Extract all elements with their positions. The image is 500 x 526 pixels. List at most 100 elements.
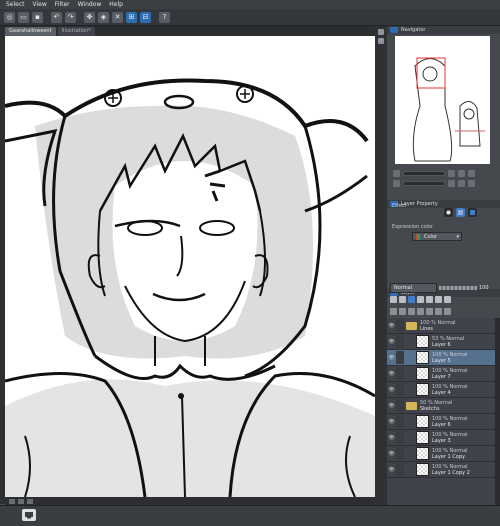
menu-help[interactable]: Help — [109, 1, 123, 8]
new-raster-icon[interactable] — [390, 307, 397, 315]
visibility-eye-icon[interactable]: 👁 — [387, 371, 396, 377]
delete-icon[interactable] — [444, 307, 451, 315]
layer-name: Layer 6 — [432, 421, 451, 428]
new-file-icon[interactable]: ◎ — [4, 11, 15, 23]
color-effect-icon[interactable] — [456, 208, 465, 217]
new-vector-icon[interactable] — [399, 307, 406, 315]
layer-lock-cell[interactable] — [396, 463, 404, 476]
layer-folder-row[interactable]: 👁 100 % Normal Lines — [387, 318, 500, 334]
zoom-out-icon[interactable] — [448, 169, 455, 177]
rotate-slider[interactable] — [403, 180, 445, 186]
zoom-in-icon[interactable] — [18, 498, 24, 504]
menu-window[interactable]: Window — [78, 1, 102, 8]
menu-view[interactable]: View — [33, 1, 47, 8]
menu-select[interactable]: Select — [6, 1, 25, 8]
navigator-icon — [390, 27, 398, 33]
visibility-eye-icon[interactable]: 👁 — [387, 339, 396, 345]
save-icon[interactable]: ▪ — [32, 11, 43, 23]
fit-icon[interactable] — [468, 169, 475, 177]
copy-icon[interactable] — [426, 307, 433, 315]
visibility-eye-icon[interactable]: 👁 — [387, 451, 396, 457]
visibility-eye-icon[interactable]: 👁 — [387, 387, 396, 393]
opacity-slider[interactable] — [439, 285, 477, 290]
visibility-eye-icon[interactable]: 👁 — [387, 403, 396, 409]
mask-icon[interactable] — [435, 295, 442, 303]
new-layer-icon[interactable] — [390, 295, 397, 303]
expression-color-label: Expression color — [392, 224, 434, 230]
navigator-preview[interactable] — [395, 36, 490, 164]
layer-thumbnail — [416, 431, 429, 444]
rotate-left-icon[interactable] — [393, 179, 400, 187]
layer-row[interactable]: 👁 100 % Normal Layer 3 — [387, 430, 500, 446]
layer-lock-cell[interactable] — [396, 335, 404, 348]
layer-thumbnail — [416, 351, 429, 364]
opacity-value[interactable]: 100 — [479, 285, 489, 291]
layer-lock-cell[interactable] — [396, 399, 404, 412]
visibility-eye-icon[interactable]: 👁 — [387, 419, 396, 425]
blend-mode-select[interactable]: Normal — [390, 282, 437, 293]
zoom-icon[interactable] — [393, 169, 400, 177]
artwork — [5, 78, 375, 497]
draft-icon[interactable] — [426, 295, 433, 303]
mask-add-icon[interactable] — [435, 307, 442, 315]
blend-row: Normal 100 — [390, 282, 498, 293]
layer-folder-row[interactable]: 👁 50 % Normal Sketchs — [387, 398, 500, 414]
reference-icon[interactable] — [417, 295, 424, 303]
open-icon[interactable]: ▭ — [18, 11, 29, 23]
layer-lock-cell[interactable] — [396, 319, 404, 332]
border-effect-icon[interactable] — [444, 208, 453, 217]
clip-icon[interactable] — [408, 295, 415, 303]
ruler-icon[interactable] — [444, 295, 451, 303]
layer-row[interactable]: 👁 53 % Normal Layer 6 — [387, 334, 500, 350]
visibility-eye-icon[interactable]: 👁 — [387, 467, 396, 473]
layer-lock-cell[interactable] — [396, 351, 404, 364]
help-icon[interactable]: ? — [159, 11, 170, 23]
redo-icon[interactable]: ↷ — [65, 11, 76, 23]
layer-lock-cell[interactable] — [396, 431, 404, 444]
snap-icon[interactable]: ⊞ — [126, 11, 137, 23]
panel-divider — [375, 26, 387, 505]
layer-row[interactable]: 👁 100 % Normal Layer 6 — [387, 414, 500, 430]
layer-text: 100 % Normal Layer 1 Copy — [432, 448, 468, 460]
layer-scrollbar[interactable] — [495, 318, 500, 505]
layer-row[interactable]: 👁 100 % Normal Layer 1 Copy — [387, 446, 500, 462]
layer-thumbnail — [416, 383, 429, 396]
screen-icon[interactable] — [22, 509, 36, 521]
collapse-icon[interactable] — [378, 29, 384, 35]
tab-gaarahalloween[interactable]: Gaarahalloweent — [5, 27, 56, 36]
zoom-out-icon[interactable] — [9, 498, 15, 504]
lock-icon[interactable] — [399, 295, 406, 303]
visibility-eye-icon[interactable]: 👁 — [387, 323, 396, 329]
flip-icon[interactable] — [458, 179, 465, 187]
visibility-eye-icon[interactable]: 👁 — [387, 435, 396, 441]
layer-lock-cell[interactable] — [396, 367, 404, 380]
panel-toggle-icon[interactable] — [378, 38, 384, 44]
merge-icon[interactable] — [417, 307, 424, 315]
layer-row[interactable]: 👁 100 % Normal Layer 7 — [387, 366, 500, 382]
layer-text: 50 % Normal Sketchs — [420, 400, 452, 412]
layer-lock-cell[interactable] — [396, 383, 404, 396]
ruler-icon[interactable]: ⊟ — [140, 11, 151, 23]
rotate-right-icon[interactable] — [448, 179, 455, 187]
zoom-in-icon[interactable] — [458, 169, 465, 177]
reset-icon[interactable] — [468, 179, 475, 187]
clear-icon[interactable]: ✕ — [112, 11, 123, 23]
layer-lock-cell[interactable] — [396, 415, 404, 428]
layer-lock-cell[interactable] — [396, 447, 404, 460]
new-folder-icon[interactable] — [408, 307, 415, 315]
tab-illustration[interactable]: Illustration* — [57, 27, 95, 36]
navigator-title-bar[interactable]: Navigator — [387, 26, 500, 34]
fill-icon[interactable]: ◈ — [98, 11, 109, 23]
layer-row[interactable]: 👁 100 % Normal Layer 1 Copy 2 — [387, 462, 500, 478]
visibility-eye-icon[interactable]: 👁 — [387, 355, 396, 361]
zoom-slider[interactable] — [403, 170, 445, 176]
layer-row[interactable]: 👁 100 % Normal Layer 5 — [387, 350, 500, 366]
rotate-icon[interactable] — [27, 498, 33, 504]
layer-row[interactable]: 👁 100 % Normal Layer 4 — [387, 382, 500, 398]
drawing-canvas[interactable] — [5, 36, 375, 497]
undo-icon[interactable]: ↶ — [51, 11, 62, 23]
transform-icon[interactable]: ✥ — [84, 11, 95, 23]
expression-color-select[interactable]: Color ▾ — [412, 232, 462, 241]
menu-filter[interactable]: Filter — [55, 1, 70, 8]
tone-effect-icon[interactable] — [468, 208, 477, 217]
